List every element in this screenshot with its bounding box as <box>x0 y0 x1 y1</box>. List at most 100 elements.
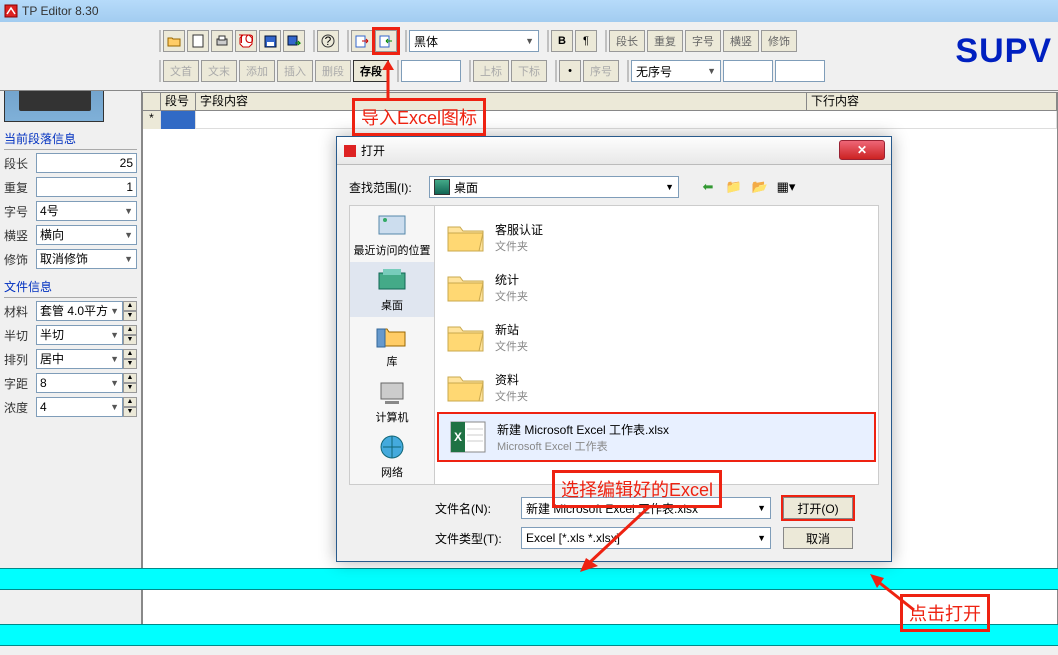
toolbar-btn-添加[interactable]: 添加 <box>239 60 275 82</box>
toolbar-btn-插入[interactable]: 插入 <box>277 60 313 82</box>
grid-header-content[interactable]: 字段内容 <box>196 93 807 111</box>
grid-cell-selected[interactable] <box>161 111 196 129</box>
file-list[interactable]: 客服认证文件夹统计文件夹新站文件夹资料文件夹X新建 Microsoft Exce… <box>435 205 879 485</box>
place-最近访问的位置[interactable]: 最近访问的位置 <box>350 206 434 262</box>
property-row: 字距8▼▲▼ <box>4 372 137 394</box>
property-label: 字距 <box>4 375 36 392</box>
file-item[interactable]: 客服认证文件夹 <box>437 212 876 262</box>
grid-row[interactable]: * <box>143 111 1057 129</box>
property-select[interactable]: 居中▼ <box>36 349 123 369</box>
spin-up-icon[interactable]: ▲ <box>123 397 137 407</box>
toolbar-btn-横竖[interactable]: 横竖 <box>723 30 759 52</box>
spinner[interactable]: ▲▼ <box>123 349 137 369</box>
section-file-info: 文件信息 <box>4 276 137 298</box>
place-label: 最近访问的位置 <box>354 242 431 258</box>
desktop-icon <box>434 179 450 195</box>
toolbar-btn-存段[interactable]: 存段 <box>353 60 389 82</box>
superscript-button[interactable]: 上标 <box>473 60 509 82</box>
grid-header-segment[interactable]: 段号 <box>161 93 196 111</box>
spinner[interactable]: ▲▼ <box>123 325 137 345</box>
bold-icon[interactable]: B <box>551 30 573 52</box>
stop-icon[interactable]: STOP <box>235 30 257 52</box>
spinner[interactable]: ▲▼ <box>123 373 137 393</box>
file-item[interactable]: 资料文件夹 <box>437 362 876 412</box>
toolbar-btn-修饰[interactable]: 修饰 <box>761 30 797 52</box>
print-icon[interactable] <box>211 30 233 52</box>
seq-input-1[interactable] <box>723 60 773 82</box>
chevron-down-icon: ▼ <box>665 182 674 192</box>
property-label: 材料 <box>4 303 36 320</box>
place-网络[interactable]: 网络 <box>350 428 434 484</box>
open-icon[interactable] <box>163 30 185 52</box>
svg-text:X: X <box>454 430 462 444</box>
close-button[interactable]: ✕ <box>839 140 885 160</box>
toolbar-btn-重复[interactable]: 重复 <box>647 30 683 52</box>
place-计算机[interactable]: 计算机 <box>350 373 434 429</box>
grid-header-next[interactable]: 下行内容 <box>807 93 1057 111</box>
pilcrow-icon[interactable]: ¶ <box>575 30 597 52</box>
property-value[interactable]: 1 <box>36 177 137 197</box>
file-item[interactable]: 统计文件夹 <box>437 262 876 312</box>
file-type: 文件夹 <box>495 388 528 404</box>
property-select[interactable]: 取消修饰▼ <box>36 249 137 269</box>
bullet-icon[interactable]: • <box>559 60 581 82</box>
cancel-button[interactable]: 取消 <box>783 527 853 549</box>
spin-up-icon[interactable]: ▲ <box>123 325 137 335</box>
font-select[interactable]: 黑体▼ <box>409 30 539 52</box>
spin-down-icon[interactable]: ▼ <box>123 383 137 393</box>
file-type: 文件夹 <box>495 338 528 354</box>
new-folder-icon[interactable]: 📂 <box>751 178 769 196</box>
spinner[interactable]: ▲▼ <box>123 301 137 321</box>
file-item[interactable]: X新建 Microsoft Excel 工作表.xlsxMicrosoft Ex… <box>437 412 876 462</box>
file-item[interactable]: 新站文件夹 <box>437 312 876 362</box>
save-icon[interactable] <box>259 30 281 52</box>
spin-down-icon[interactable]: ▼ <box>123 359 137 369</box>
toolbar-input-1[interactable] <box>401 60 461 82</box>
spin-up-icon[interactable]: ▲ <box>123 349 137 359</box>
property-row: 材料套管 4.0平方▼▲▼ <box>4 300 137 322</box>
place-库[interactable]: 库 <box>350 317 434 373</box>
toolbar-btn-字号[interactable]: 字号 <box>685 30 721 52</box>
view-icon[interactable]: ▦▾ <box>777 178 795 196</box>
dialog-nav-icons: ⬅ 📁 📂 ▦▾ <box>699 178 795 196</box>
filetype-select[interactable]: Excel [*.xls *.xlsx]▼ <box>521 527 771 549</box>
import-icon[interactable] <box>351 30 373 52</box>
places-bar: 最近访问的位置桌面库计算机网络 <box>349 205 435 485</box>
subscript-button[interactable]: 下标 <box>511 60 547 82</box>
filename-input[interactable]: 新建 Microsoft Excel 工作表.xlsx▼ <box>521 497 771 519</box>
lookin-select[interactable]: 桌面 ▼ <box>429 176 679 198</box>
spin-up-icon[interactable]: ▲ <box>123 301 137 311</box>
spin-up-icon[interactable]: ▲ <box>123 373 137 383</box>
grid-cell[interactable] <box>196 111 1057 129</box>
place-桌面[interactable]: 桌面 <box>350 262 434 318</box>
seq-select[interactable]: 无序号▼ <box>631 60 721 82</box>
folder-icon <box>445 369 487 405</box>
open-button[interactable]: 打开(O) <box>783 497 853 519</box>
save-as-icon[interactable] <box>283 30 305 52</box>
spin-down-icon[interactable]: ▼ <box>123 335 137 345</box>
spin-down-icon[interactable]: ▼ <box>123 407 137 417</box>
toolbar-btn-段长[interactable]: 段长 <box>609 30 645 52</box>
up-icon[interactable]: 📁 <box>725 178 743 196</box>
property-select[interactable]: 套管 4.0平方▼ <box>36 301 123 321</box>
seq-input-2[interactable] <box>775 60 825 82</box>
new-icon[interactable] <box>187 30 209 52</box>
dialog-titlebar[interactable]: 打开 ✕ <box>337 137 891 165</box>
back-icon[interactable]: ⬅ <box>699 178 717 196</box>
property-select[interactable]: 4号▼ <box>36 201 137 221</box>
help-icon[interactable]: ? <box>317 30 339 52</box>
toolbar-btn-文末[interactable]: 文末 <box>201 60 237 82</box>
sequence-button[interactable]: 序号 <box>583 60 619 82</box>
spin-down-icon[interactable]: ▼ <box>123 311 137 321</box>
chevron-down-icon: ▼ <box>757 503 766 513</box>
import-excel-icon[interactable] <box>375 30 397 52</box>
property-select[interactable]: 4▼ <box>36 397 123 417</box>
property-select[interactable]: 8▼ <box>36 373 123 393</box>
toolbar-btn-文首[interactable]: 文首 <box>163 60 199 82</box>
property-value[interactable]: 25 <box>36 153 137 173</box>
toolbar-btn-删段[interactable]: 删段 <box>315 60 351 82</box>
property-select[interactable]: 半切▼ <box>36 325 123 345</box>
property-select[interactable]: 横向▼ <box>36 225 137 245</box>
spinner[interactable]: ▲▼ <box>123 397 137 417</box>
chevron-down-icon: ▼ <box>110 350 119 368</box>
